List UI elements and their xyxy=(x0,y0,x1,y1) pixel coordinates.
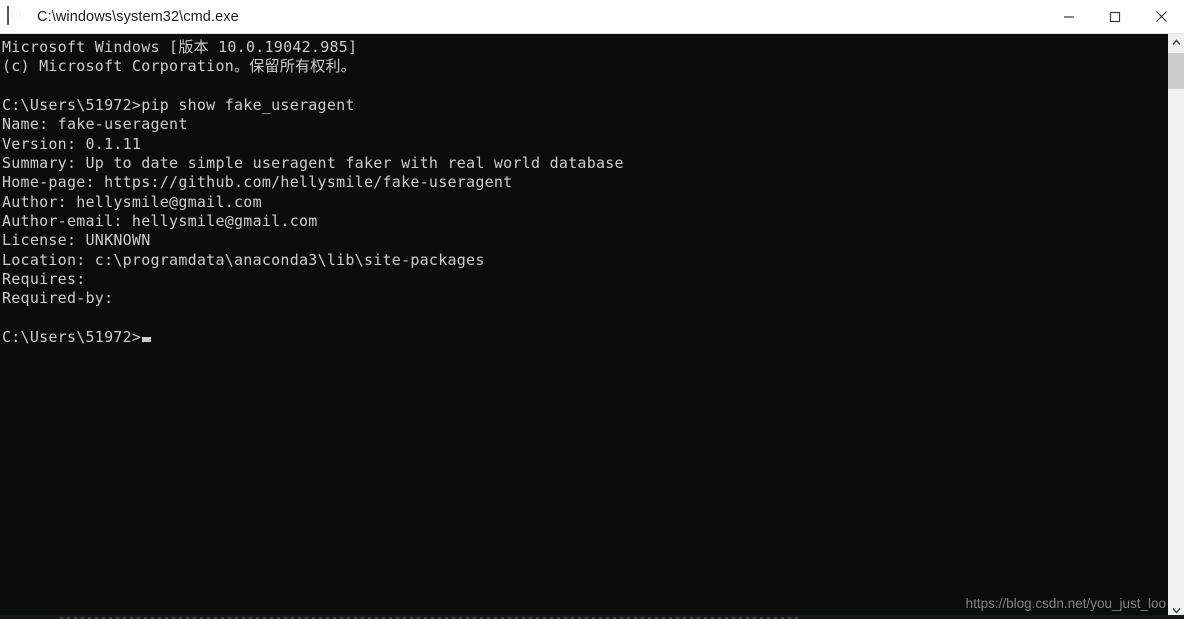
title-bar[interactable]: C:\ C:\windows\system32\cmd.exe xyxy=(0,0,1184,34)
desktop-sliver xyxy=(0,615,1184,619)
window-controls xyxy=(1046,0,1184,34)
close-icon xyxy=(1155,11,1167,22)
scroll-up-button[interactable] xyxy=(1168,34,1184,51)
console-text: Microsoft Windows [版本 10.0.19042.985] (c… xyxy=(2,38,624,347)
vertical-scrollbar[interactable] xyxy=(1167,34,1184,619)
terminal-output-area[interactable]: Microsoft Windows [版本 10.0.19042.985] (c… xyxy=(0,34,1168,619)
minimize-icon xyxy=(1064,15,1074,18)
text-cursor xyxy=(142,337,152,343)
maximize-button[interactable] xyxy=(1092,0,1138,34)
maximize-icon xyxy=(1109,11,1121,22)
minimize-button[interactable] xyxy=(1046,0,1092,34)
scrollbar-thumb[interactable] xyxy=(1168,53,1184,89)
chevron-down-icon xyxy=(1171,608,1181,614)
close-button[interactable] xyxy=(1138,0,1184,34)
cmd-app-icon: C:\ xyxy=(7,5,29,27)
chevron-up-icon xyxy=(1171,39,1181,45)
cmd-window: C:\ C:\windows\system32\cmd.exe xyxy=(0,0,1184,619)
window-title: C:\windows\system32\cmd.exe xyxy=(37,8,239,25)
